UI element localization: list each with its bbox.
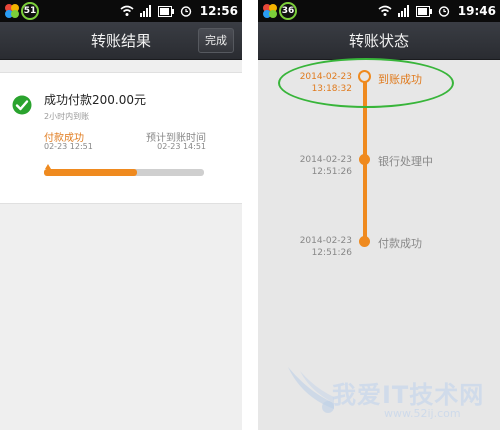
battery-icon	[157, 5, 174, 17]
page-title: 转账状态	[348, 32, 409, 50]
clock: 19:46	[457, 4, 496, 18]
expected-arrival-time: 02-23 14:51	[157, 142, 206, 151]
transfer-status-screen: 36 19:46 转账状态 2014-02-23 13:18:32 到账成功 2…	[258, 0, 500, 430]
success-check-icon	[12, 95, 32, 115]
wifi-icon	[378, 5, 392, 16]
status-bar: 36 19:46	[258, 0, 500, 22]
transfer-result-screen: 51 12:56 转账结果 完成 成功付款200.00元 2小时内到账 付款成功…	[0, 0, 242, 430]
app-logo-icon	[263, 4, 277, 18]
alarm-icon	[438, 6, 449, 17]
timeline-step-bank-processing: 银行处理中	[378, 155, 433, 168]
payment-amount: 成功付款200.00元	[44, 93, 146, 107]
wifi-icon	[120, 5, 134, 16]
step-time: 12:51:26	[311, 167, 352, 177]
transfer-result-card: 成功付款200.00元 2小时内到账 付款成功 02-23 12:51 预计到账…	[0, 72, 242, 204]
timeline-step-date: 2014-02-23 12:51:26	[262, 154, 352, 178]
transfer-progress-bar	[44, 164, 204, 176]
timeline-node	[359, 154, 370, 165]
alarm-icon	[180, 6, 191, 17]
signal-icon	[139, 5, 151, 17]
title-bar: 转账状态	[258, 22, 500, 60]
paid-stage-time: 02-23 12:51	[44, 142, 93, 151]
done-button[interactable]: 完成	[198, 28, 234, 53]
arrival-hint: 2小时内到账	[44, 112, 90, 121]
progress-start-marker	[45, 164, 51, 169]
notification-badge: 51	[21, 2, 39, 20]
battery-icon	[415, 5, 432, 17]
app-logo-icon	[5, 4, 19, 18]
timeline-step-paid: 付款成功	[378, 237, 422, 250]
title-bar: 转账结果 完成	[0, 22, 242, 60]
status-bar: 51 12:56	[0, 0, 242, 22]
step-time: 12:51:26	[311, 248, 352, 258]
notification-badge: 36	[279, 2, 297, 20]
signal-icon	[397, 5, 409, 17]
step-date: 2014-02-23	[299, 155, 352, 165]
transfer-progress-fill	[44, 169, 137, 176]
highlight-annotation-oval	[278, 58, 454, 108]
step-date: 2014-02-23	[299, 236, 352, 246]
timeline-step-date: 2014-02-23 12:51:26	[262, 235, 352, 259]
timeline-node	[359, 236, 370, 247]
clock: 12:56	[199, 4, 238, 18]
